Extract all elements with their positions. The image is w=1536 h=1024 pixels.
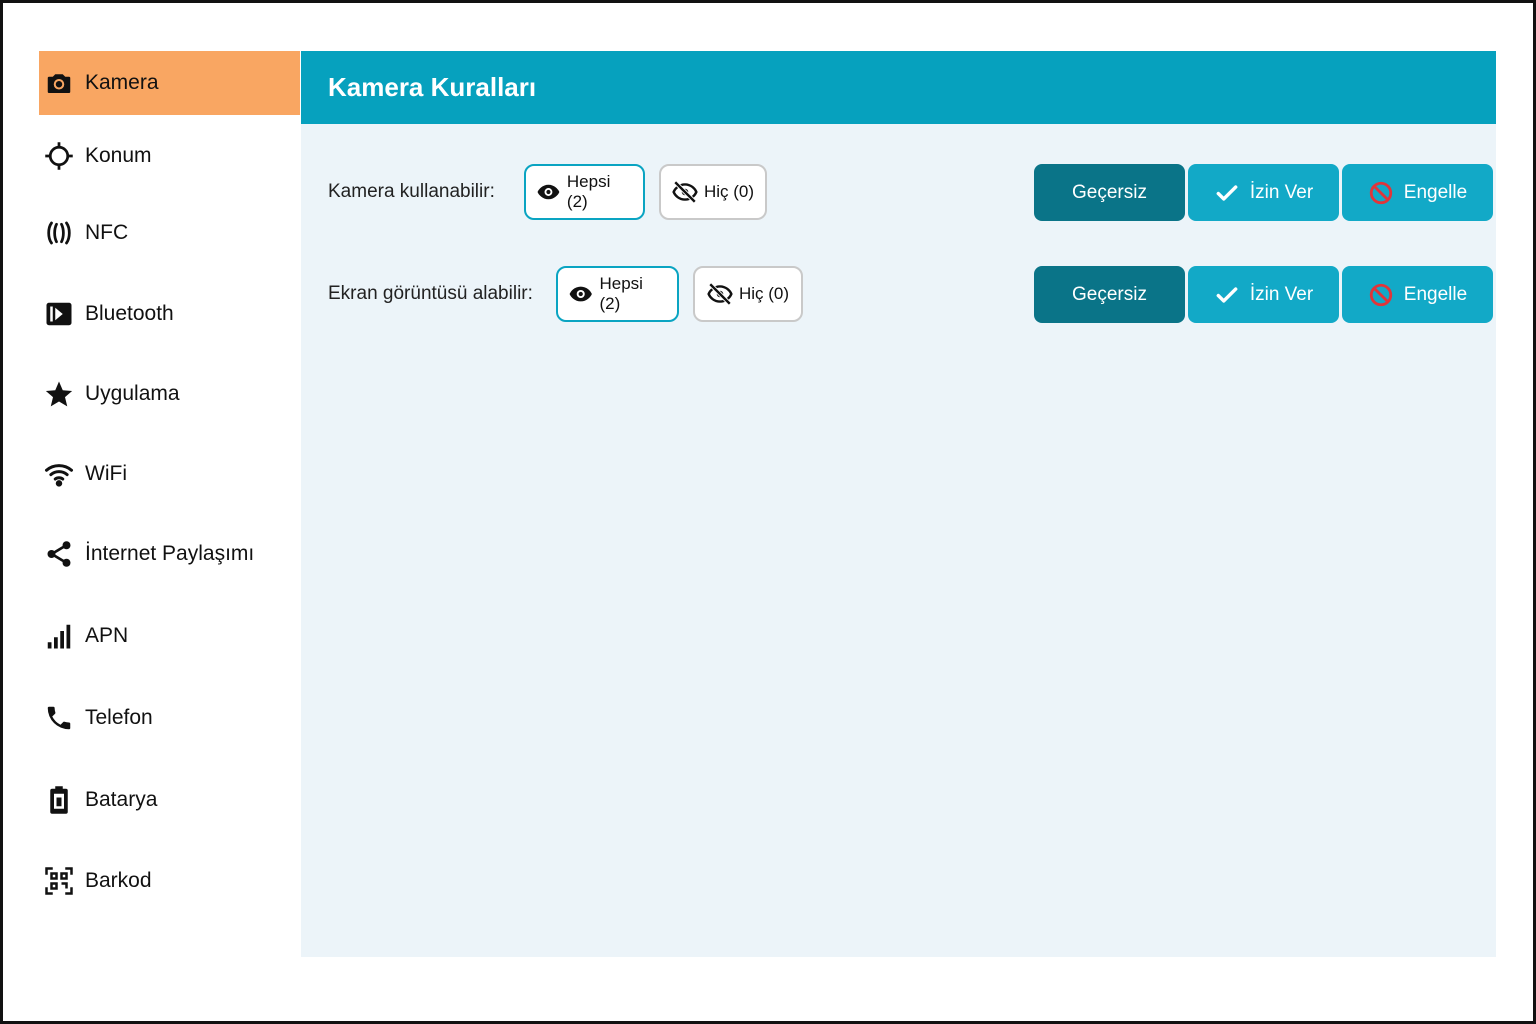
- block-icon: [1369, 283, 1392, 306]
- sidebar-item-wifi[interactable]: WiFi: [39, 442, 300, 506]
- sidebar-item-label: İnternet Paylaşımı: [85, 542, 255, 565]
- bluetooth-icon: [43, 298, 75, 330]
- nfc-icon: [43, 217, 75, 249]
- qr-code-icon: [43, 865, 75, 897]
- page-title: Kamera Kuralları: [328, 72, 537, 102]
- location-crosshair-icon: [43, 140, 75, 172]
- sidebar-item-label: Bluetooth: [85, 302, 174, 325]
- sidebar-item-batarya[interactable]: Batarya: [39, 768, 300, 832]
- filter-none-label: Hiç (0): [738, 284, 790, 303]
- sidebar-item-label: WiFi: [85, 462, 127, 485]
- allow-button[interactable]: İzin Ver: [1188, 164, 1339, 221]
- share-icon: [43, 538, 75, 570]
- checkmark-icon: [1216, 184, 1238, 201]
- rule-label-screenshot: Ekran görüntüsü alabilir:: [328, 283, 533, 304]
- sidebar-item-label: Batarya: [85, 788, 158, 811]
- sidebar-item-label: Barkod: [85, 869, 152, 892]
- phone-icon: [43, 702, 75, 734]
- allow-label: İzin Ver: [1249, 283, 1314, 305]
- eye-icon: [569, 286, 592, 302]
- main-panel: Kamera Kuralları Kamera kullanabilir: He…: [301, 51, 1496, 957]
- sidebar-item-apn[interactable]: APN: [39, 604, 300, 668]
- wifi-icon: [43, 458, 75, 490]
- invalid-button[interactable]: Geçersiz: [1034, 164, 1185, 221]
- sidebar-item-uygulama[interactable]: Uygulama: [39, 362, 300, 426]
- battery-icon: [43, 784, 75, 816]
- filter-all-button[interactable]: Hepsi (2): [524, 164, 645, 220]
- filter-all-label: Hepsi (2): [599, 274, 643, 313]
- invalid-label: Geçersiz: [1072, 181, 1147, 203]
- filter-none-button[interactable]: Hiç (0): [693, 266, 803, 322]
- star-icon: [43, 378, 75, 410]
- signal-bars-icon: [43, 620, 75, 652]
- invalid-label: Geçersiz: [1072, 283, 1147, 305]
- sidebar-item-barkod[interactable]: Barkod: [39, 849, 300, 913]
- checkmark-icon: [1216, 286, 1238, 303]
- panel-header: Kamera Kuralları: [301, 51, 1496, 124]
- sidebar-item-internet-paylasimi[interactable]: İnternet Paylaşımı: [39, 522, 300, 586]
- block-label: Engelle: [1403, 283, 1468, 305]
- sidebar-item-kamera[interactable]: Kamera: [39, 51, 300, 115]
- sidebar-item-bluetooth[interactable]: Bluetooth: [39, 282, 300, 346]
- sidebar: Kamera Konum NFC Bluetooth Uygulama WiFi: [39, 51, 300, 921]
- block-button[interactable]: Engelle: [1342, 164, 1493, 221]
- block-button[interactable]: Engelle: [1342, 266, 1493, 323]
- sidebar-item-label: Uygulama: [85, 382, 180, 405]
- sidebar-item-telefon[interactable]: Telefon: [39, 686, 300, 750]
- sidebar-item-label: Konum: [85, 144, 152, 167]
- sidebar-item-label: Telefon: [85, 706, 153, 729]
- sidebar-item-konum[interactable]: Konum: [39, 124, 300, 188]
- sidebar-item-label: APN: [85, 624, 129, 647]
- sidebar-item-nfc[interactable]: NFC: [39, 201, 300, 265]
- filter-all-button[interactable]: Hepsi (2): [556, 266, 679, 322]
- sidebar-item-label: NFC: [85, 221, 129, 244]
- sidebar-item-label: Kamera: [85, 71, 159, 94]
- allow-button[interactable]: İzin Ver: [1188, 266, 1339, 323]
- eye-icon: [537, 184, 560, 200]
- eye-off-icon: [707, 282, 733, 306]
- rule-label-camera: Kamera kullanabilir:: [328, 181, 495, 202]
- eye-off-icon: [672, 180, 698, 204]
- block-icon: [1369, 181, 1392, 204]
- invalid-button[interactable]: Geçersiz: [1034, 266, 1185, 323]
- filter-none-label: Hiç (0): [703, 182, 755, 201]
- filter-none-button[interactable]: Hiç (0): [659, 164, 767, 220]
- camera-icon: [43, 67, 75, 99]
- filter-all-label: Hepsi (2): [566, 172, 611, 211]
- block-label: Engelle: [1403, 181, 1468, 203]
- allow-label: İzin Ver: [1249, 181, 1314, 203]
